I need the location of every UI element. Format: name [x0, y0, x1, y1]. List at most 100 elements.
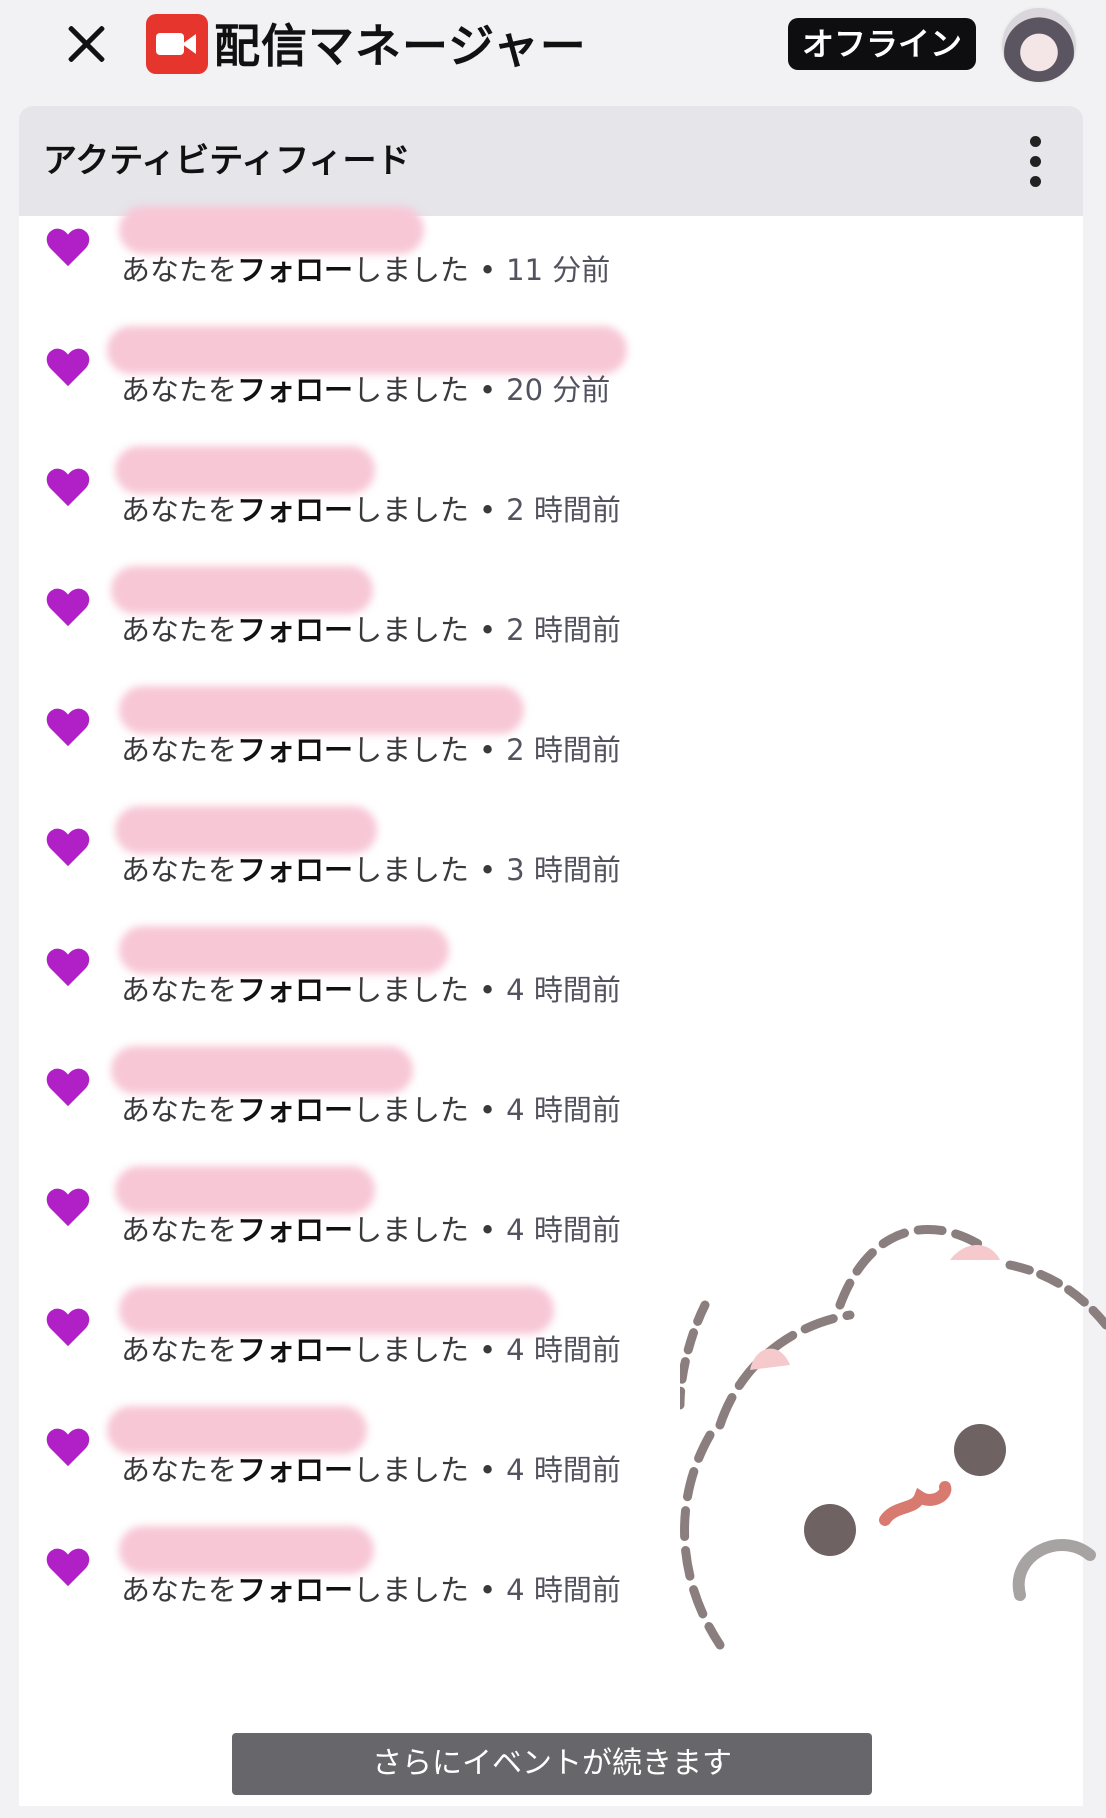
text-suffix: しました	[353, 493, 470, 527]
heart-icon	[45, 1546, 91, 1588]
redacted-username	[115, 1166, 375, 1214]
redacted-username	[107, 1406, 367, 1454]
redacted-username	[115, 446, 375, 494]
redacted-username	[111, 1046, 413, 1094]
app-title: 配信マネージャー	[214, 19, 587, 73]
text-prefix: あなたを	[121, 1573, 238, 1607]
separator: •	[479, 1333, 497, 1367]
text-prefix: あなたを	[121, 613, 238, 647]
redacted-username	[111, 566, 373, 614]
heart-icon	[45, 1306, 91, 1348]
more-events-toast[interactable]: さらにイベントが続きます	[232, 1733, 872, 1795]
text-action: フォロー	[237, 493, 354, 527]
separator: •	[479, 853, 497, 887]
text-action: フォロー	[237, 613, 354, 647]
separator: •	[479, 973, 497, 1007]
top-bar: 配信マネージャー オフライン	[0, 0, 1106, 100]
text-prefix: あなたを	[121, 1093, 238, 1127]
close-icon[interactable]	[60, 18, 112, 70]
separator: •	[479, 373, 497, 407]
text-suffix: しました	[353, 1213, 470, 1247]
separator: •	[479, 253, 497, 287]
text-action: フォロー	[237, 1213, 354, 1247]
timestamp: 2 時間前	[506, 493, 621, 527]
feed-item-text: あなたをフォローしました • 2 時間前	[121, 610, 621, 650]
timestamp: 11 分前	[506, 253, 611, 287]
redacted-username	[119, 686, 524, 734]
feed-item-text: あなたをフォローしました • 2 時間前	[121, 730, 621, 770]
feed-item-text: あなたをフォローしました • 4 時間前	[121, 1570, 621, 1610]
timestamp: 3 時間前	[506, 853, 621, 887]
separator: •	[479, 1093, 497, 1127]
heart-icon	[45, 1186, 91, 1228]
redacted-username	[119, 1526, 374, 1574]
avatar[interactable]	[1000, 6, 1078, 84]
heart-icon	[45, 1066, 91, 1108]
feed-item-text: あなたをフォローしました • 20 分前	[121, 370, 610, 410]
heart-icon	[45, 946, 91, 988]
text-action: フォロー	[237, 1333, 354, 1367]
timestamp: 4 時間前	[506, 1213, 621, 1247]
timestamp: 4 時間前	[506, 1333, 621, 1367]
text-suffix: しました	[353, 733, 470, 767]
heart-icon	[45, 826, 91, 868]
feed-item-text: あなたをフォローしました • 2 時間前	[121, 490, 621, 530]
feed-item-text: あなたをフォローしました • 4 時間前	[121, 1450, 621, 1490]
feed-item-text: あなたをフォローしました • 4 時間前	[121, 1210, 621, 1250]
separator: •	[479, 1453, 497, 1487]
timestamp: 4 時間前	[506, 973, 621, 1007]
redacted-username	[119, 926, 449, 974]
panel-title: アクティビティフィード	[43, 141, 411, 181]
text-action: フォロー	[237, 973, 354, 1007]
timestamp: 2 時間前	[506, 733, 621, 767]
feed-item-text: あなたをフォローしました • 4 時間前	[121, 1330, 621, 1370]
redacted-username	[119, 1286, 554, 1334]
separator: •	[479, 613, 497, 647]
text-suffix: しました	[353, 1333, 470, 1367]
text-prefix: あなたを	[121, 1333, 238, 1367]
mascot-illustration	[680, 1224, 1106, 1650]
text-suffix: しました	[353, 613, 470, 647]
text-prefix: あなたを	[121, 493, 238, 527]
text-prefix: あなたを	[121, 853, 238, 887]
text-action: フォロー	[237, 1573, 354, 1607]
heart-icon	[45, 346, 91, 388]
timestamp: 4 時間前	[506, 1093, 621, 1127]
text-suffix: しました	[353, 1093, 470, 1127]
timestamp: 2 時間前	[506, 613, 621, 647]
feed-item-text: あなたをフォローしました • 3 時間前	[121, 850, 621, 890]
text-action: フォロー	[237, 853, 354, 887]
text-suffix: しました	[353, 1573, 470, 1607]
text-suffix: しました	[353, 373, 470, 407]
status-badge: オフライン	[788, 18, 977, 70]
separator: •	[479, 733, 497, 767]
timestamp: 4 時間前	[506, 1573, 621, 1607]
heart-icon	[45, 586, 91, 628]
text-action: フォロー	[237, 373, 354, 407]
text-prefix: あなたを	[121, 1453, 238, 1487]
text-suffix: しました	[353, 253, 470, 287]
text-prefix: あなたを	[121, 733, 238, 767]
feed-item-text: あなたをフォローしました • 11 分前	[121, 250, 610, 290]
separator: •	[479, 1573, 497, 1607]
text-suffix: しました	[353, 853, 470, 887]
more-vertical-icon[interactable]	[1027, 136, 1043, 192]
text-action: フォロー	[237, 733, 354, 767]
heart-icon	[45, 1426, 91, 1468]
heart-icon	[45, 226, 91, 268]
camera-icon	[146, 14, 208, 74]
text-action: フォロー	[237, 253, 354, 287]
feed-item-text: あなたをフォローしました • 4 時間前	[121, 1090, 621, 1130]
heart-icon	[45, 706, 91, 748]
timestamp: 20 分前	[506, 373, 611, 407]
redacted-username	[119, 206, 424, 254]
panel-header: アクティビティフィード	[19, 106, 1083, 216]
text-suffix: しました	[353, 1453, 470, 1487]
separator: •	[479, 493, 497, 527]
text-action: フォロー	[237, 1453, 354, 1487]
redacted-username	[115, 806, 377, 854]
text-action: フォロー	[237, 1093, 354, 1127]
text-prefix: あなたを	[121, 1213, 238, 1247]
heart-icon	[45, 466, 91, 508]
timestamp: 4 時間前	[506, 1453, 621, 1487]
